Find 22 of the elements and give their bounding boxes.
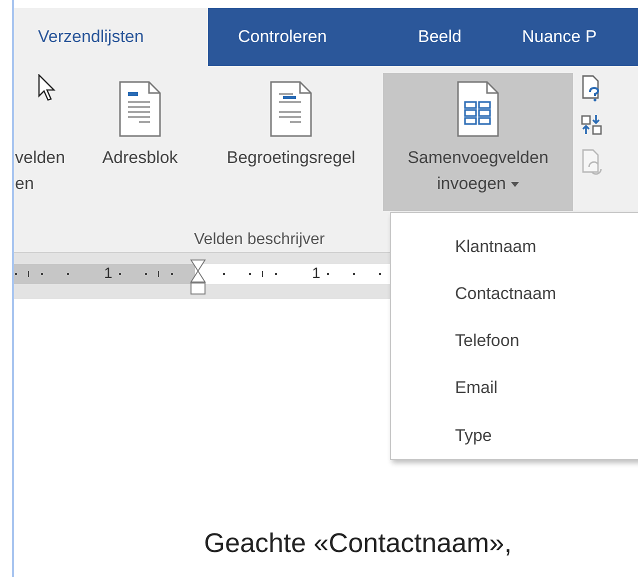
menu-item[interactable]: Telefoon — [391, 317, 638, 365]
ribbon-tab[interactable]: Nuance P — [508, 8, 638, 66]
ribbon-tab[interactable]: Verzendlijsten — [14, 8, 208, 66]
menu-item[interactable]: Type — [391, 412, 638, 460]
ribbon-button[interactable]: Adresblok — [81, 73, 199, 211]
menu-item[interactable]: Klantnaam — [391, 223, 638, 270]
cursor-icon — [38, 74, 56, 102]
menu-item[interactable]: Email — [391, 364, 638, 412]
table-document-icon — [457, 81, 499, 137]
indent-marker[interactable] — [190, 259, 206, 295]
address-document-icon — [119, 81, 161, 137]
menu-item[interactable]: Contactnaam — [391, 270, 638, 318]
group-label: Velden beschrijver — [194, 230, 325, 250]
ruler-number: 1 — [312, 265, 320, 283]
document-text: Geachte «Contactnaam», — [204, 526, 512, 560]
ribbon-button[interactable]: Begroetingsregel — [199, 73, 383, 211]
greeting-document-icon — [270, 81, 312, 137]
ribbon-button[interactable]: velden en — [15, 73, 81, 211]
ribbon-tab[interactable]: Controleren — [208, 8, 398, 66]
ribbon-button[interactable]: Samenvoegvelden invoegen — [383, 73, 573, 211]
ribbon-tab[interactable]: Beeld — [398, 8, 508, 66]
ruler-number: 1 — [104, 265, 112, 283]
